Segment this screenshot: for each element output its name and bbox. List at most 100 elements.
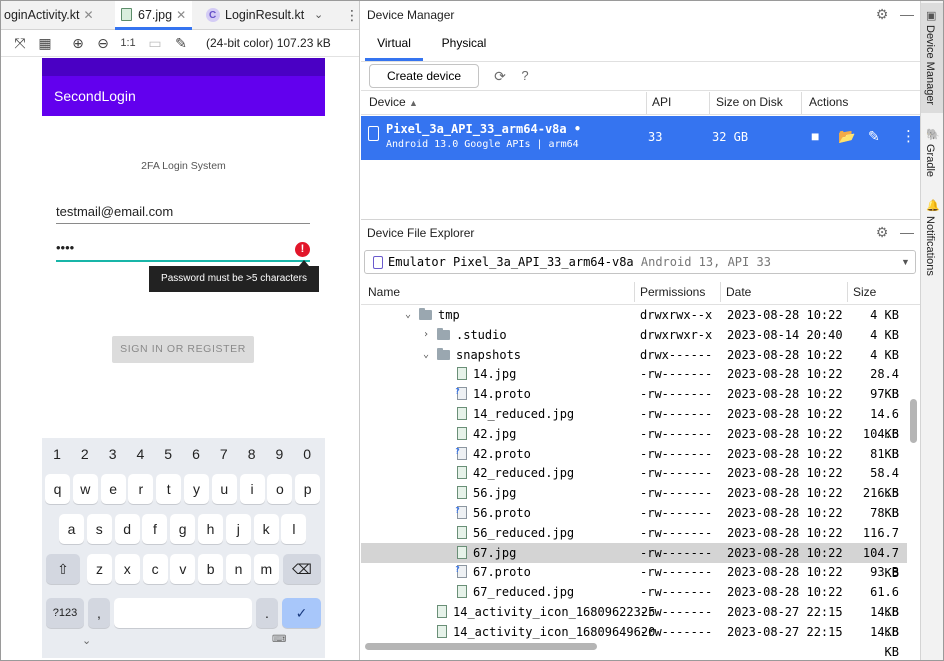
letter-key[interactable]: z	[87, 554, 112, 584]
letter-key[interactable]: k	[253, 514, 279, 544]
file-row[interactable]: 42_reduced.jpg -rw------- 2023-08-28 10:22…	[361, 463, 907, 500]
tab-virtual[interactable]: Virtual	[365, 29, 423, 61]
letter-key[interactable]: g	[170, 514, 196, 544]
number-key[interactable]: 5	[155, 446, 181, 466]
hide-keyboard-chevron-icon[interactable]: ⌄	[82, 634, 91, 647]
letter-key[interactable]: c	[142, 554, 168, 584]
file-row[interactable]: 56.jpg -rw------- 2023-08-28 10:22 216.5 KB	[361, 483, 907, 520]
stripe-notifications[interactable]: Notifications	[924, 216, 936, 276]
file-row[interactable]: 14.jpg -rw------- 2023-08-28 10:22 28.4 KB	[361, 364, 907, 401]
letter-key[interactable]: u	[211, 474, 237, 504]
password-field[interactable]: ••••	[56, 240, 310, 262]
column-header-device[interactable]: Device ▲	[369, 90, 418, 114]
color-picker-icon[interactable]: ✎	[171, 33, 191, 53]
symbols-key[interactable]: ?123	[46, 598, 84, 628]
file-row[interactable]: 67_reduced.jpg -rw------- 2023-08-28 10:22…	[361, 582, 907, 619]
number-key[interactable]: 8	[239, 446, 265, 466]
number-key[interactable]: 4	[127, 446, 153, 466]
zoom-out-icon[interactable]: ⊖	[93, 33, 113, 53]
file-row[interactable]: 14_reduced.jpg -rw------- 2023-08-28 10:22…	[361, 404, 907, 441]
file-row[interactable]: ⌄ snapshots drwx------ 2023-08-28 10:22 4 KB	[361, 345, 907, 365]
tab-67-jpg[interactable]: 67.jpg ✕	[115, 1, 193, 30]
email-field[interactable]: testmail@email.com	[56, 204, 310, 224]
tabs-dropdown-chevron-icon[interactable]: ⌄	[314, 1, 323, 30]
column-header-size[interactable]: Size	[853, 280, 876, 304]
chevron-down-icon[interactable]: ⌄	[405, 305, 411, 325]
done-check-icon[interactable]: ✓	[282, 598, 321, 628]
background-icon[interactable]: ▭	[145, 33, 165, 53]
file-row[interactable]: 14_activity_icon_16809622325 -rw------- 20…	[361, 602, 907, 639]
minimize-icon[interactable]: —	[898, 5, 916, 23]
file-row[interactable]: 67.proto -rw------- 2023-08-28 10:22 93 B	[361, 562, 907, 582]
backspace-key-icon[interactable]: ⌫	[283, 554, 321, 584]
grid-icon[interactable]: ▦	[35, 33, 55, 53]
settings-gear-icon[interactable]: ⚙	[873, 5, 891, 23]
letter-key[interactable]: i	[239, 474, 265, 504]
tab-login-result[interactable]: LoginResult.kt	[206, 1, 304, 30]
letter-key[interactable]: y	[184, 474, 209, 504]
letter-key[interactable]: h	[198, 514, 223, 544]
letter-key[interactable]: e	[100, 474, 126, 504]
column-header-api[interactable]: API	[652, 90, 671, 114]
comma-key[interactable]: ,	[88, 598, 110, 628]
create-device-button[interactable]: Create device	[369, 64, 479, 88]
tab-physical[interactable]: Physical	[431, 29, 497, 61]
chevron-down-icon[interactable]: ⌄	[423, 345, 429, 365]
number-key[interactable]: 0	[294, 446, 320, 466]
column-header-date[interactable]: Date	[726, 280, 751, 304]
letter-key[interactable]: x	[114, 554, 140, 584]
letter-key[interactable]: f	[142, 514, 168, 544]
letter-key[interactable]: s	[86, 514, 112, 544]
actual-size-button[interactable]: 1:1	[118, 33, 138, 53]
zoom-in-icon[interactable]: ⊕	[68, 33, 88, 53]
letter-key[interactable]: p	[295, 474, 321, 504]
folder-open-icon[interactable]: 📂	[838, 128, 855, 145]
chevron-right-icon[interactable]: ›	[423, 325, 429, 345]
sign-in-button[interactable]: SIGN IN OR REGISTER	[112, 336, 254, 363]
letter-key[interactable]: w	[72, 474, 98, 504]
file-row[interactable]: 56_reduced.jpg -rw------- 2023-08-28 10:22…	[361, 523, 907, 560]
close-icon[interactable]: ✕	[84, 8, 94, 22]
settings-gear-icon[interactable]: ⚙	[873, 223, 891, 241]
stripe-device-manager[interactable]: Device Manager	[924, 25, 936, 105]
number-key[interactable]: 1	[44, 446, 70, 466]
letter-key[interactable]: r	[128, 474, 154, 504]
file-row[interactable]: 67.jpg -rw------- 2023-08-28 10:22 104.7 KB	[361, 542, 907, 580]
stripe-gradle[interactable]: Gradle	[924, 144, 936, 177]
number-key[interactable]: 9	[266, 446, 292, 466]
horizontal-scrollbar[interactable]	[365, 643, 597, 650]
shift-key-icon[interactable]: ⇧	[46, 554, 80, 584]
tab-login-activity[interactable]: oginActivity.kt ✕	[4, 1, 94, 30]
letter-key[interactable]: m	[253, 554, 279, 584]
device-row[interactable]: Pixel_3a_API_33_arm64-v8a • Android 13.0…	[361, 116, 920, 160]
letter-key[interactable]: n	[226, 554, 251, 584]
file-row[interactable]: 14.proto -rw------- 2023-08-28 10:22 97 B	[361, 384, 907, 404]
column-header-permissions[interactable]: Permissions	[640, 280, 705, 304]
file-row[interactable]: 42.proto -rw------- 2023-08-28 10:22 81 B	[361, 444, 907, 464]
stop-icon[interactable]: ■	[811, 128, 819, 144]
letter-key[interactable]: j	[225, 514, 251, 544]
minimize-icon[interactable]: —	[898, 223, 916, 241]
letter-key[interactable]: d	[114, 514, 140, 544]
letter-key[interactable]: t	[156, 474, 182, 504]
edit-pencil-icon[interactable]: ✎	[868, 128, 880, 145]
device-selector-dropdown[interactable]: Emulator Pixel_3a_API_33_arm64-v8a Andro…	[364, 250, 916, 274]
file-row[interactable]: 42.jpg -rw------- 2023-08-28 10:22 104.6 KB	[361, 424, 907, 461]
keyboard-switch-icon[interactable]: ⌨	[272, 634, 286, 645]
close-icon[interactable]: ✕	[176, 8, 186, 22]
vertical-scrollbar[interactable]	[910, 399, 917, 443]
number-key[interactable]: 2	[72, 446, 98, 466]
file-row[interactable]: 14_activity_icon_16809649620 -rw------- 20…	[361, 622, 907, 659]
file-row[interactable]: › .studio drwxrwxr-x 2023-08-14 20:40 4 KB	[361, 325, 907, 345]
help-icon[interactable]: ?	[516, 67, 534, 85]
number-key[interactable]: 3	[100, 446, 126, 466]
column-header-size[interactable]: Size on Disk	[716, 90, 783, 114]
column-header-name[interactable]: Name	[368, 280, 400, 304]
fit-to-screen-icon[interactable]: ⤧	[10, 33, 30, 53]
letter-key[interactable]: o	[267, 474, 293, 504]
period-key[interactable]: .	[256, 598, 278, 628]
file-row[interactable]: ⌄ tmp drwxrwx--x 2023-08-28 10:22 4 KB	[361, 305, 907, 325]
letter-key[interactable]: q	[45, 474, 70, 504]
number-key[interactable]: 6	[183, 446, 209, 466]
letter-key[interactable]: b	[198, 554, 224, 584]
